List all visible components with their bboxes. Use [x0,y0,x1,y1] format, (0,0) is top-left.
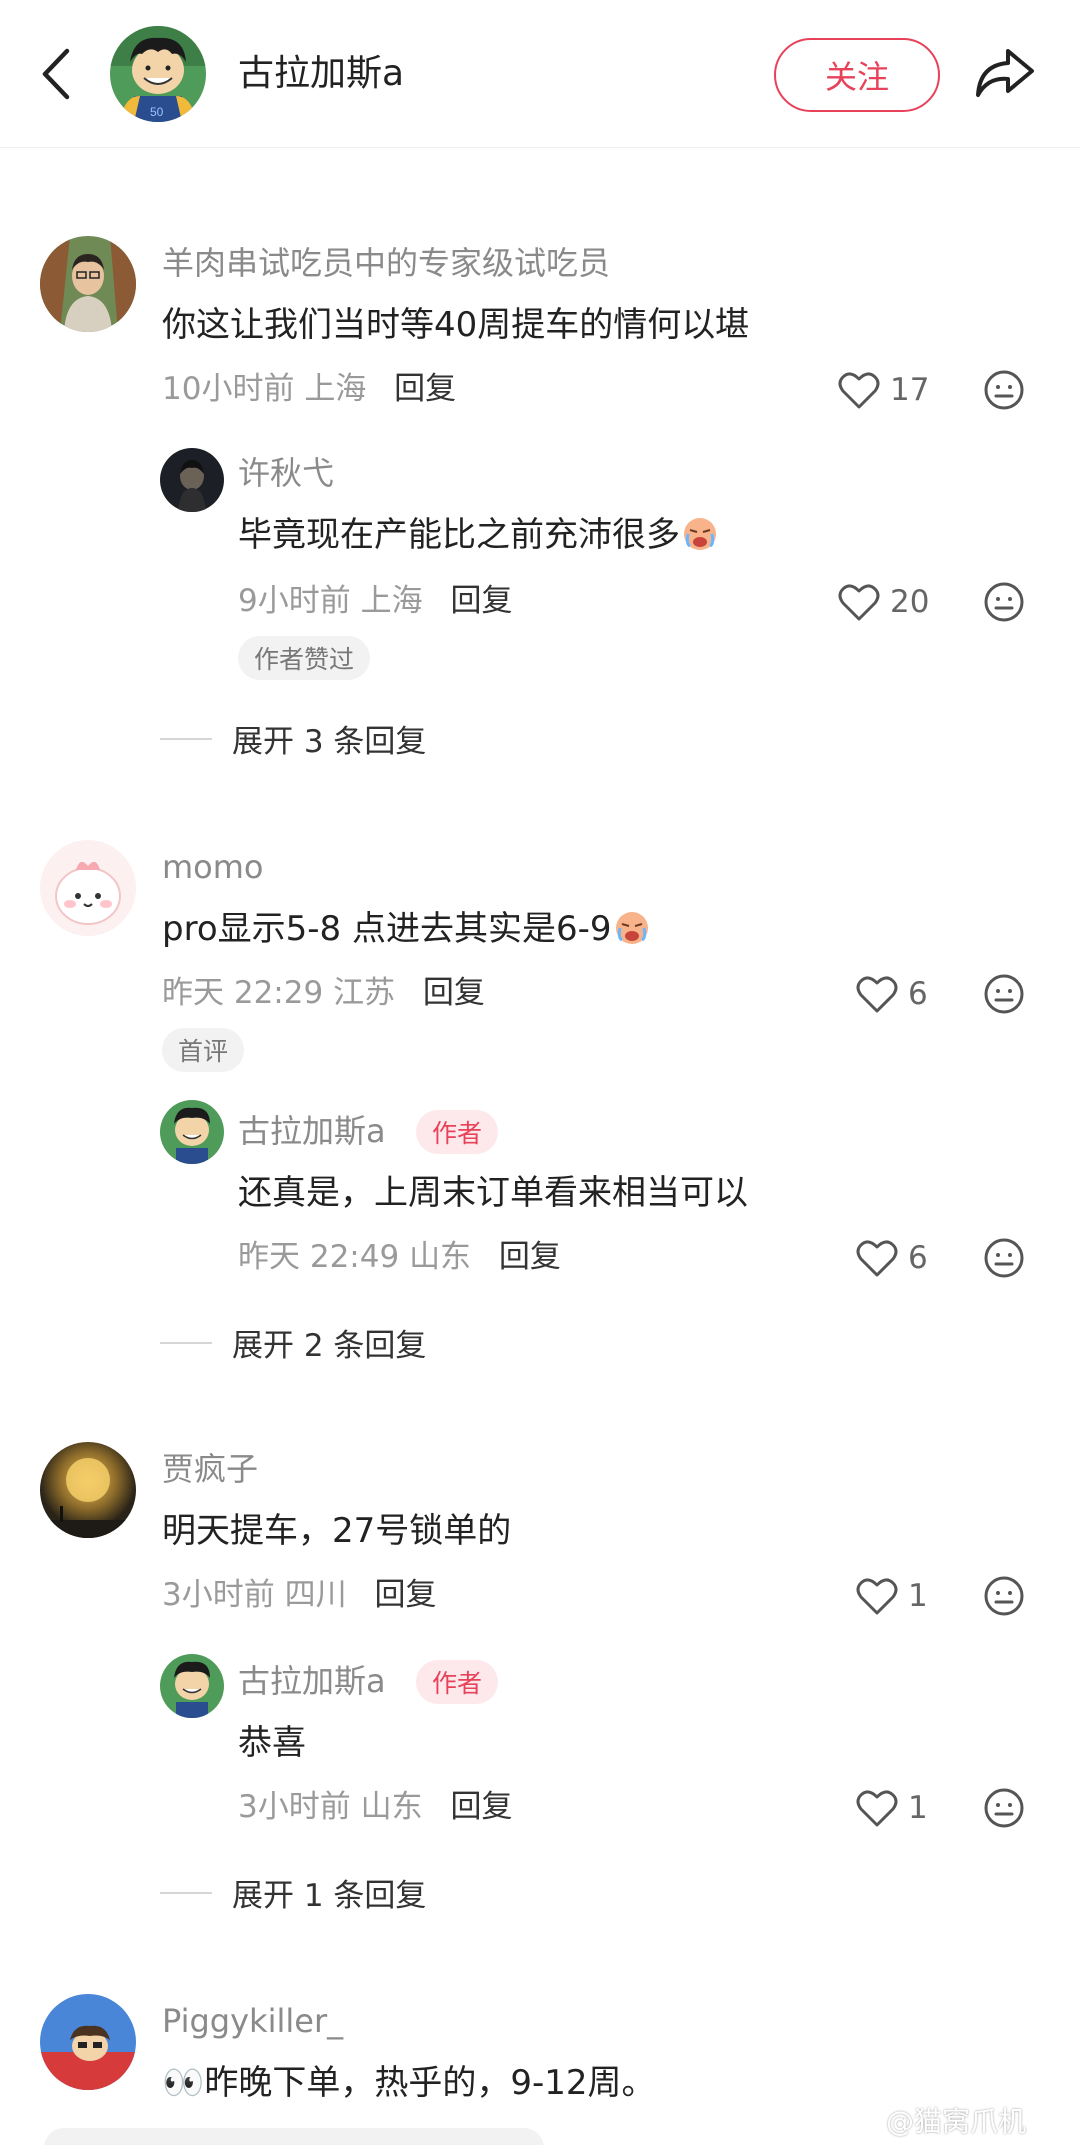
heart-icon [856,1240,898,1277]
commenter-name[interactable]: momo [162,846,264,888]
emoji-reaction-icon[interactable] [982,1574,1026,1618]
commenter-avatar[interactable] [40,236,136,332]
reply-button[interactable]: 回复 [450,583,512,619]
reply-meta: 9小时前 上海 回复 [238,580,512,622]
commenter-name[interactable]: 羊肉串试吃员中的专家级试吃员 [162,242,610,284]
reply-button[interactable]: 回复 [374,1577,436,1613]
like-button[interactable]: 1 [856,1786,928,1830]
replier-name[interactable]: 古拉加斯a [238,1660,386,1702]
author-name[interactable]: 古拉加斯a [238,50,404,98]
emoji-reaction-icon[interactable] [982,1236,1026,1280]
like-count: 20 [890,584,930,620]
reply-time: 3小时前 [238,1789,351,1825]
like-count: 6 [908,1240,928,1276]
comment-text: 明天提车，27号锁单的 [162,1511,512,1551]
comment-time: 3小时前 [162,1577,275,1613]
first-comment-badge: 首评 [162,1028,245,1072]
like-count: 6 [908,976,928,1012]
reply-text: 毕竟现在产能比之前充沛很多 [238,512,720,558]
reply-button[interactable]: 回复 [499,1239,561,1275]
back-icon[interactable] [34,44,78,104]
weibo-watermark: @猫窝爪机 [886,2105,1027,2138]
commenter-avatar[interactable] [40,840,136,936]
expand-replies-button[interactable]: 展开 3 条回复 [160,716,426,761]
reply-meta: 3小时前 山东 回复 [238,1786,512,1828]
reply-location: 山东 [360,1789,423,1825]
comment-meta: 3小时前 四川 回复 [162,1574,436,1616]
divider [160,1891,212,1894]
like-button[interactable]: 6 [856,972,928,1016]
heart-icon [856,1578,898,1615]
emoji-reaction-icon[interactable] [982,368,1026,412]
reply-text: 恭喜 [238,1723,306,1763]
like-button[interactable]: 17 [838,368,929,412]
like-button[interactable]: 1 [856,1574,928,1618]
reply-button[interactable]: 回复 [423,975,485,1011]
comment-meta: 10小时前 上海 回复 [162,368,456,410]
like-count: 1 [908,1790,928,1826]
emoji-reaction-icon[interactable] [982,580,1026,624]
reply-text: 还真是，上周末订单看来相当可以 [238,1173,748,1213]
heart-icon [838,584,880,621]
author-badge: 作者 [416,1660,499,1704]
reply-time: 9小时前 [238,583,351,619]
like-button[interactable]: 20 [838,580,929,624]
expand-replies-button[interactable]: 展开 1 条回复 [160,1870,426,1915]
reply-time: 昨天 22:49 [238,1239,400,1275]
heart-icon [856,976,898,1013]
emoji-reaction-icon[interactable] [982,972,1026,1016]
emoji-reaction-icon[interactable] [982,1786,1026,1830]
comment-text: 你这让我们当时等40周提车的情何以堪 [162,305,750,345]
replier-name[interactable]: 古拉加斯a [238,1110,386,1152]
comment-time: 昨天 22:29 [162,975,324,1011]
reply-meta: 昨天 22:49 山东 回复 [238,1236,561,1278]
author-liked-badge: 作者赞过 [238,636,371,680]
reply-location: 山东 [409,1239,472,1275]
expand-replies-button[interactable]: 展开 2 条回复 [160,1320,426,1365]
crying-emoji-icon [684,518,716,550]
comment-text: pro显示5-8 点进去其实是6-9 [162,906,652,952]
author-avatar[interactable]: 50 [110,26,206,122]
replier-name[interactable]: 许秋弋 [238,452,334,494]
commenter-name[interactable]: 贾疯子 [162,1448,258,1490]
comment-meta: 昨天 22:29 江苏 回复 [162,972,485,1014]
like-count: 1 [908,1578,928,1614]
share-icon[interactable] [970,40,1040,106]
replier-avatar[interactable] [160,1654,224,1718]
commenter-name[interactable]: Piggykiller_ [162,2000,343,2042]
author-badge: 作者 [416,1110,499,1154]
reply-location: 上海 [360,583,423,619]
comment-location: 上海 [304,371,367,407]
heart-icon [856,1790,898,1827]
replier-avatar[interactable] [160,1100,224,1164]
heart-icon [838,372,880,409]
commenter-avatar[interactable] [40,1994,136,2090]
divider [160,1341,212,1344]
comment-input-bar[interactable] [44,2128,544,2145]
comment-location: 江苏 [333,975,396,1011]
svg-text:50: 50 [150,105,164,119]
follow-button[interactable]: 关注 [774,38,940,112]
divider [160,737,212,740]
replier-avatar[interactable] [160,448,224,512]
comment-time: 10小时前 [162,371,295,407]
top-bar: 50 古拉加斯a 关注 [0,0,1080,148]
comment-location: 四川 [284,1577,347,1613]
crying-emoji-icon [615,912,648,944]
reply-button[interactable]: 回复 [394,371,456,407]
like-count: 17 [890,372,930,408]
reply-button[interactable]: 回复 [450,1789,512,1825]
commenter-avatar[interactable] [40,1442,136,1538]
like-button[interactable]: 6 [856,1236,928,1280]
comment-text: 👀昨晚下单，热乎的，9-12周。 [162,2063,656,2103]
